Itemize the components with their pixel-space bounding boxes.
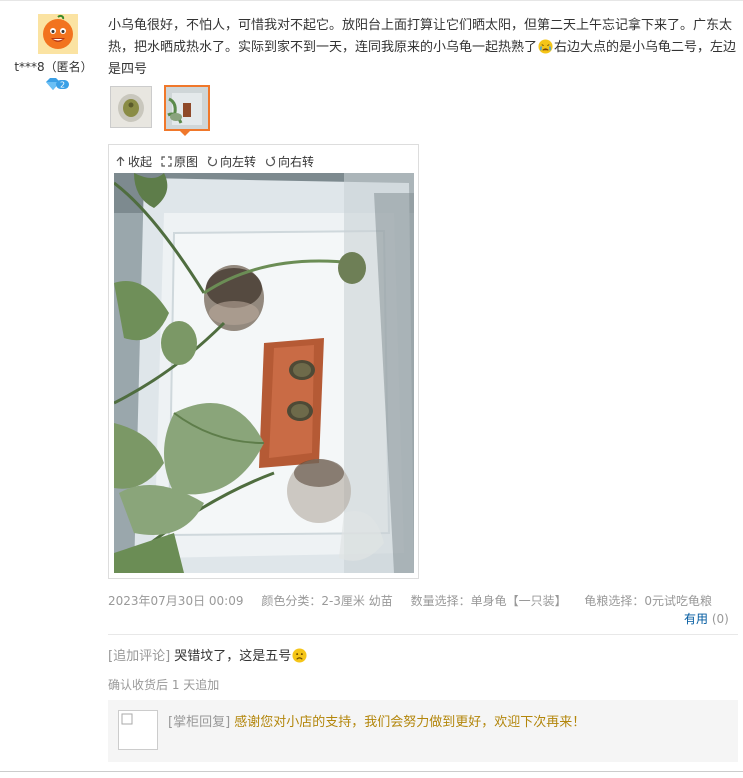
crying-face-emoji xyxy=(538,39,553,54)
bottom-divider xyxy=(0,771,743,772)
thumbnail-1[interactable] xyxy=(110,86,152,128)
shop-avatar-placeholder xyxy=(118,710,158,750)
append-divider xyxy=(108,634,738,635)
original-label: 原图 xyxy=(174,155,199,169)
vip-level: 2 xyxy=(60,81,65,90)
rotate-left-icon xyxy=(207,156,218,167)
rotate-left-label: 向左转 xyxy=(220,155,257,169)
review-photo[interactable] xyxy=(114,173,414,573)
meta-color: 颜色分类：2-3厘米 幼苗 xyxy=(261,594,393,608)
append-text: 哭错坟了，这是五号 xyxy=(174,649,292,664)
append-tag: [追加评论] xyxy=(108,649,171,664)
turtle-tank-photo xyxy=(114,173,414,573)
collapse-button[interactable]: 收起 xyxy=(115,153,152,170)
useful-count: (0) xyxy=(711,612,729,626)
thumbnail-1-image xyxy=(111,87,151,127)
rotate-right-label: 向右转 xyxy=(278,155,315,169)
expand-icon xyxy=(161,156,172,167)
broken-image-icon xyxy=(121,713,133,725)
shop-reply: [掌柜回复] 感谢您对小店的支持，我们会努力做到更好，欢迎下次再来！ xyxy=(108,700,738,762)
rotate-right-icon xyxy=(265,156,276,167)
top-divider xyxy=(0,0,743,1)
reply-tag: [掌柜回复] xyxy=(168,715,231,730)
avatar-image xyxy=(38,14,78,54)
collapse-label: 收起 xyxy=(128,155,153,169)
viewer-toolbar: 收起 原图 向左转 向右转 xyxy=(115,153,314,170)
rotate-right-button[interactable]: 向右转 xyxy=(265,153,314,170)
review-datetime: 2023年07月30日 00:09 xyxy=(108,594,244,608)
thumbnail-2-image xyxy=(166,87,208,129)
sad-face-emoji xyxy=(292,648,307,663)
shop-reply-text: [掌柜回复] 感谢您对小店的支持，我们会努力做到更好，欢迎下次再来！ xyxy=(168,711,585,730)
thumbnail-selected-arrow xyxy=(179,130,191,136)
arrow-up-icon xyxy=(116,156,125,166)
photo-viewer: 收起 原图 向左转 向右转 xyxy=(108,144,419,579)
review-meta: 2023年07月30日 00:09 颜色分类：2-3厘米 幼苗 数量选择：单身龟… xyxy=(108,592,712,609)
append-review: [追加评论] 哭错坟了，这是五号 xyxy=(108,645,308,664)
thumbnail-2-selected[interactable] xyxy=(164,85,210,131)
useful-button[interactable]: 有用 xyxy=(684,612,708,626)
vip-diamond-badge: 2 xyxy=(46,78,69,90)
avatar[interactable] xyxy=(32,14,84,56)
useful-vote: 有用 (0) xyxy=(684,610,729,627)
meta-food: 龟粮选择：0元试吃龟粮 xyxy=(584,594,713,608)
review-text: 小乌龟很好，不怕人，可惜我对不起它。放阳台上面打算让它们晒太阳，但第二天上午忘记… xyxy=(108,15,738,81)
rotate-left-button[interactable]: 向左转 xyxy=(207,153,256,170)
append-time: 确认收货后 1 天追加 xyxy=(108,678,220,692)
original-image-button[interactable]: 原图 xyxy=(161,153,198,170)
user-name: t***8（匿名） xyxy=(14,60,93,74)
meta-quantity: 数量选择：单身龟【一只装】 xyxy=(410,594,567,608)
reply-content: 感谢您对小店的支持，我们会努力做到更好，欢迎下次再来！ xyxy=(234,715,586,730)
